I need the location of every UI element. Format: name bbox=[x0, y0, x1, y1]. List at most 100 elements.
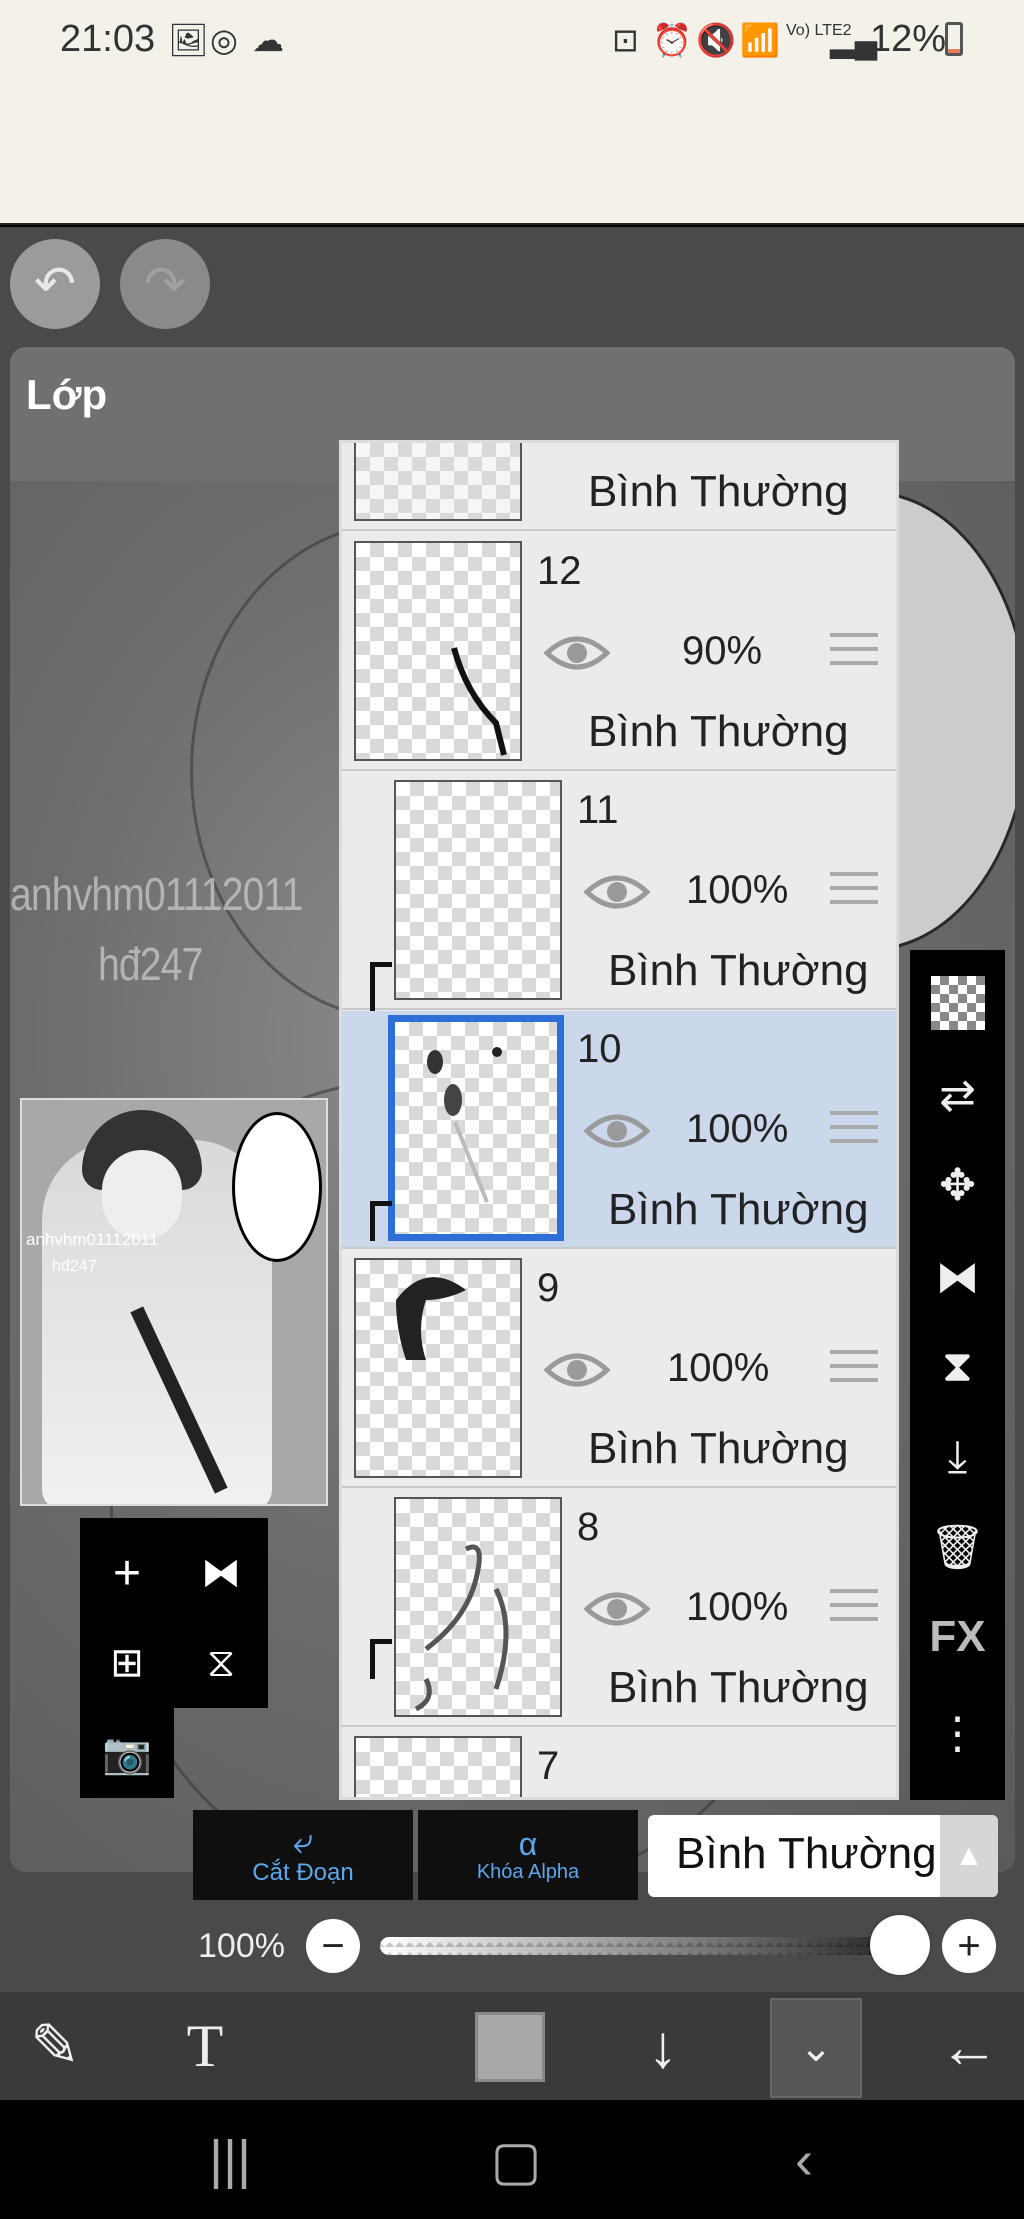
preview-watermark: anhvhm01112011 bbox=[26, 1230, 159, 1249]
layer-row-10[interactable]: 10 100% Bình Thường bbox=[342, 1011, 896, 1249]
layer-thumbnail bbox=[354, 1258, 522, 1478]
status-time: 21:03 bbox=[60, 18, 156, 60]
cloud-icon: ☁ bbox=[252, 22, 284, 58]
camera-button[interactable]: 📷 bbox=[92, 1718, 162, 1788]
layer-row[interactable]: Bình Thường bbox=[342, 443, 896, 531]
battery-saver-icon: ⊡ bbox=[612, 22, 639, 58]
preview-face bbox=[102, 1150, 182, 1240]
blend-mode-select[interactable]: Bình Thường ▲ bbox=[648, 1815, 998, 1897]
watermark-tag: hđ247 bbox=[98, 938, 203, 990]
layer-blend-mode[interactable]: Bình Thường bbox=[608, 1185, 869, 1235]
layer-blend-mode[interactable]: Bình Thường bbox=[588, 1424, 849, 1474]
nav-back-button[interactable]: ‹ bbox=[754, 2120, 854, 2200]
drag-handle-icon[interactable] bbox=[830, 633, 878, 671]
drag-handle-icon[interactable] bbox=[830, 1350, 878, 1388]
layer-row-9[interactable]: 9 100% Bình Thường bbox=[342, 1250, 896, 1488]
layer-panel-title: Lớp bbox=[26, 371, 108, 418]
layer-number: 8 bbox=[577, 1505, 600, 1549]
tool-switch-button[interactable]: ✎ bbox=[0, 1992, 110, 2100]
clip-arrow-icon: ⤶ bbox=[292, 1820, 314, 1861]
more-button[interactable]: ⋮ bbox=[910, 1688, 1005, 1778]
plus-icon: + bbox=[112, 1546, 142, 1600]
layer-quick-actions: + ⧓ ⊞ ⧖ 📷 bbox=[80, 1518, 268, 1798]
layer-content bbox=[396, 1277, 466, 1360]
clipping-arrow-icon bbox=[370, 1201, 392, 1241]
preview-watermark-tag: hđ247 bbox=[52, 1258, 97, 1275]
swap-layer-button[interactable]: ⇄ bbox=[910, 1050, 1005, 1140]
eye-icon[interactable] bbox=[584, 870, 650, 914]
flip-vertical-button[interactable]: ⧗ bbox=[910, 1322, 1005, 1412]
layer-thumbnail bbox=[394, 1497, 562, 1717]
layers-toggle-button[interactable]: ⌄ bbox=[770, 1998, 862, 2098]
recent-apps-button[interactable]: ||| bbox=[180, 2120, 280, 2200]
battery-icon bbox=[945, 22, 963, 56]
eye-icon[interactable] bbox=[544, 1348, 610, 1392]
home-icon: ▢ bbox=[490, 2130, 542, 2191]
layer-thumbnail bbox=[354, 1736, 522, 1797]
lock-icon: α bbox=[518, 1825, 538, 1862]
drag-handle-icon[interactable] bbox=[830, 1589, 878, 1627]
layer-blend-mode[interactable]: Bình Thường bbox=[608, 1663, 869, 1713]
opacity-decrease-button[interactable]: − bbox=[306, 1919, 360, 1973]
blend-bar: ⤶ Cắt Đoạn α Khóa Alpha Bình Thường ▲ bbox=[193, 1810, 1003, 1900]
eye-icon[interactable] bbox=[584, 1587, 650, 1631]
opacity-slider[interactable] bbox=[380, 1937, 900, 1955]
preview-bubble bbox=[232, 1112, 322, 1262]
layer-opacity[interactable]: 100% bbox=[667, 1346, 769, 1391]
add-layer-icon: ⊞ bbox=[110, 1641, 144, 1685]
opacity-slider-handle[interactable] bbox=[870, 1915, 930, 1975]
eye-icon[interactable] bbox=[584, 1109, 650, 1153]
layer-row-8[interactable]: 8 100% Bình Thường bbox=[342, 1489, 896, 1727]
more-vertical-icon: ⋮ bbox=[935, 1708, 980, 1758]
layer-opacity[interactable]: 100% bbox=[686, 1585, 788, 1630]
delete-layer-button[interactable]: 🗑 bbox=[910, 1502, 1005, 1592]
eye-icon[interactable] bbox=[544, 631, 610, 675]
merge-down-button[interactable]: ⤓ bbox=[910, 1412, 1005, 1502]
layer-tools-bar: ⇄ ✥ ⧓ ⧗ ⤓ 🗑 FX ⋮ bbox=[910, 950, 1005, 1800]
clipping-button[interactable]: ⤶ Cắt Đoạn bbox=[193, 1810, 413, 1900]
flip-horizontal-button[interactable]: ⧓ bbox=[910, 1232, 1005, 1322]
back-button[interactable]: ← bbox=[914, 1992, 1024, 2100]
layer-opacity[interactable]: 90% bbox=[682, 629, 762, 674]
layer-opacity[interactable]: 100% bbox=[686, 1107, 788, 1152]
gallery-icon: 🖼 bbox=[168, 22, 209, 58]
layers-list[interactable]: Bình Thường 12 90% Bình Thường 11 100% B… bbox=[339, 440, 899, 1800]
checkerboard-icon bbox=[930, 976, 985, 1030]
transparency-button[interactable] bbox=[910, 958, 1005, 1048]
layer-number: 12 bbox=[537, 549, 582, 593]
layer-content bbox=[427, 1047, 502, 1203]
text-tool-button[interactable]: T bbox=[150, 1992, 260, 2100]
redo-button[interactable]: ↷ bbox=[120, 239, 210, 329]
chevron-up-icon[interactable]: ▲ bbox=[940, 1815, 998, 1897]
move-button[interactable]: ✥ bbox=[910, 1140, 1005, 1230]
alpha-lock-button[interactable]: α Khóa Alpha bbox=[418, 1810, 638, 1900]
redo-icon: ↷ bbox=[144, 256, 186, 312]
fx-button[interactable]: FX bbox=[910, 1592, 1005, 1682]
layer-thumbnail bbox=[354, 443, 522, 521]
add-layer-button[interactable]: + bbox=[92, 1538, 162, 1608]
flip-horizontal-icon: ⧓ bbox=[935, 1252, 980, 1302]
undo-button[interactable]: ↶ bbox=[10, 239, 100, 329]
home-button[interactable]: ▢ bbox=[466, 2120, 566, 2200]
color-swatch[interactable] bbox=[475, 2012, 545, 2082]
plus-icon: + bbox=[957, 1923, 981, 1968]
layer-row-12[interactable]: 12 90% Bình Thường bbox=[342, 533, 896, 771]
clipping-arrow-icon bbox=[370, 1639, 392, 1679]
flip-layer-button[interactable]: ⧓ bbox=[186, 1538, 256, 1608]
move-icon: ✥ bbox=[939, 1160, 976, 1210]
layer-row-11[interactable]: 11 100% Bình Thường bbox=[342, 772, 896, 1182]
bottom-toolbar: ✎ T ↓ ⌄ ← bbox=[0, 1992, 1024, 2100]
layer-blend-mode[interactable]: Bình Thường bbox=[608, 946, 869, 996]
layer-opacity[interactable]: 100% bbox=[686, 868, 788, 913]
layer-content bbox=[414, 1544, 509, 1712]
merge-layer-button[interactable]: ⧖ bbox=[186, 1628, 256, 1698]
drag-handle-icon[interactable] bbox=[830, 1111, 878, 1149]
canvas-preview[interactable]: anhvhm01112011 hđ247 bbox=[20, 1098, 328, 1506]
layer-blend-mode[interactable]: Bình Thường bbox=[588, 707, 849, 757]
drag-handle-icon[interactable] bbox=[830, 872, 878, 910]
swap-icon: ⇄ bbox=[939, 1070, 976, 1120]
opacity-increase-button[interactable]: + bbox=[942, 1919, 996, 1973]
duplicate-layer-button[interactable]: ⊞ bbox=[92, 1628, 162, 1698]
layer-row-7[interactable]: 7 bbox=[342, 1728, 896, 1797]
down-arrow-button[interactable]: ↓ bbox=[608, 1992, 718, 2100]
